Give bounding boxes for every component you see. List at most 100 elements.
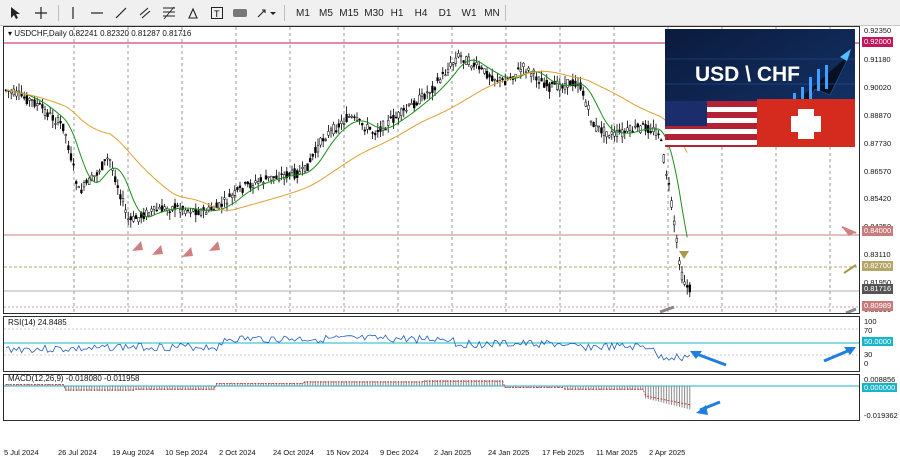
candle-body (101, 161, 104, 171)
candle-body (363, 129, 366, 132)
rsi-line (5, 334, 691, 362)
candle-body (337, 123, 340, 128)
support-arrow-icon (182, 247, 193, 257)
candle-body (244, 182, 247, 184)
timeframe-w1-button[interactable]: W1 (458, 3, 480, 23)
timeframe-mn-button[interactable]: MN (481, 3, 503, 23)
timeframe-m1-button[interactable]: M1 (292, 3, 314, 23)
candle-body (459, 55, 463, 57)
candle-body (262, 182, 265, 184)
timeframe-m15-button[interactable]: M15 (338, 3, 360, 23)
candle-body (628, 125, 632, 131)
candle-body (436, 77, 439, 82)
banner-title: USD \ CHF (695, 63, 800, 86)
timeframe-m5-button[interactable]: M5 (315, 3, 337, 23)
candle-body (441, 71, 444, 74)
candle-body (415, 102, 418, 106)
candle-body (124, 209, 127, 213)
candle-body (155, 209, 158, 212)
candle-body (626, 127, 629, 132)
time-axis-label: 11 Mar 2025 (596, 448, 638, 457)
candle-body (439, 79, 442, 83)
candle-body (376, 129, 379, 133)
candle-body (519, 69, 522, 73)
label-tool-icon[interactable] (230, 3, 250, 23)
svg-text:T: T (214, 9, 220, 19)
rsi-arrow-icon (823, 348, 851, 363)
candle-body (160, 205, 164, 212)
candle-body (85, 179, 88, 184)
candle-body (72, 163, 75, 166)
shapes-tool-icon[interactable] (184, 3, 202, 23)
candle-body (493, 78, 496, 81)
timeframe-h4-button[interactable]: H4 (410, 3, 432, 23)
candle-body (25, 95, 28, 104)
candle-body (296, 170, 299, 178)
fibonacci-tool-icon[interactable] (160, 3, 178, 23)
candle-body (43, 109, 47, 116)
candle-body (108, 159, 112, 161)
candle-body (342, 123, 346, 125)
candle-body (36, 103, 39, 106)
candle-body (324, 139, 327, 141)
candle-body (257, 181, 260, 184)
channel-tool-icon[interactable] (136, 3, 154, 23)
candle-body (254, 180, 257, 184)
candle-body (407, 103, 411, 107)
candle-body (641, 123, 645, 125)
candle-body (236, 187, 239, 190)
candle-body (98, 170, 101, 173)
rsi-level-label: 70 (864, 326, 873, 335)
timeframe-h1-button[interactable]: H1 (386, 3, 408, 23)
candle-body (548, 83, 551, 92)
candle-body (387, 120, 390, 126)
cursor-tool-icon[interactable] (6, 3, 24, 23)
candle-body (192, 208, 195, 212)
timeframe-m30-button[interactable]: M30 (363, 3, 385, 23)
candle-body (374, 133, 377, 136)
horizontal-line-tool-icon[interactable] (88, 3, 106, 23)
candle-body (491, 75, 494, 82)
candle-body (602, 126, 606, 136)
crosshair-tool-icon[interactable] (30, 3, 52, 23)
candle-body (418, 94, 421, 105)
candle-body (134, 215, 138, 220)
candle-body (368, 126, 372, 130)
macd-label: MACD(12,26,9) -0.018080 -0.011958 (8, 374, 140, 383)
candle-body (62, 123, 65, 132)
price-tick-label: 0.90020 (864, 83, 892, 92)
dropdown-triangle-icon[interactable]: ▾ (8, 29, 12, 38)
candle-body (137, 217, 140, 223)
candle-body (680, 271, 684, 281)
candle-body (361, 122, 364, 126)
time-axis-label: 26 Jul 2024 (58, 448, 97, 457)
candle-body (584, 101, 587, 107)
candle-body (366, 124, 369, 130)
candle-body (241, 188, 244, 193)
candle-body (153, 205, 156, 210)
rsi-pane[interactable] (3, 316, 860, 372)
candle-body (233, 190, 236, 196)
candle-body (498, 76, 502, 81)
trendline-tool-icon[interactable] (112, 3, 130, 23)
price-tag: 0.84000 (862, 226, 894, 236)
candle-body (397, 111, 400, 119)
candle-body (322, 138, 325, 142)
text-tool-icon[interactable]: T (208, 3, 226, 23)
candle-body (371, 132, 374, 134)
candle-body (483, 68, 486, 74)
candle-body (33, 99, 36, 107)
candle-body (587, 105, 590, 110)
candle-body (517, 67, 520, 70)
timeframe-d1-button[interactable]: D1 (434, 3, 456, 23)
banner-art: USD \ CHF (665, 29, 855, 147)
candle-body (340, 120, 343, 124)
time-axis-label: 2 Oct 2024 (219, 448, 256, 457)
arrows-menu-icon[interactable] (254, 3, 278, 23)
candle-body (184, 209, 187, 214)
time-axis-label: 17 Feb 2025 (542, 448, 585, 457)
candle-body (504, 80, 507, 86)
time-axis-label: 5 Jul 2024 (4, 448, 39, 457)
vertical-line-tool-icon[interactable] (64, 3, 82, 23)
candle-body (600, 127, 603, 134)
